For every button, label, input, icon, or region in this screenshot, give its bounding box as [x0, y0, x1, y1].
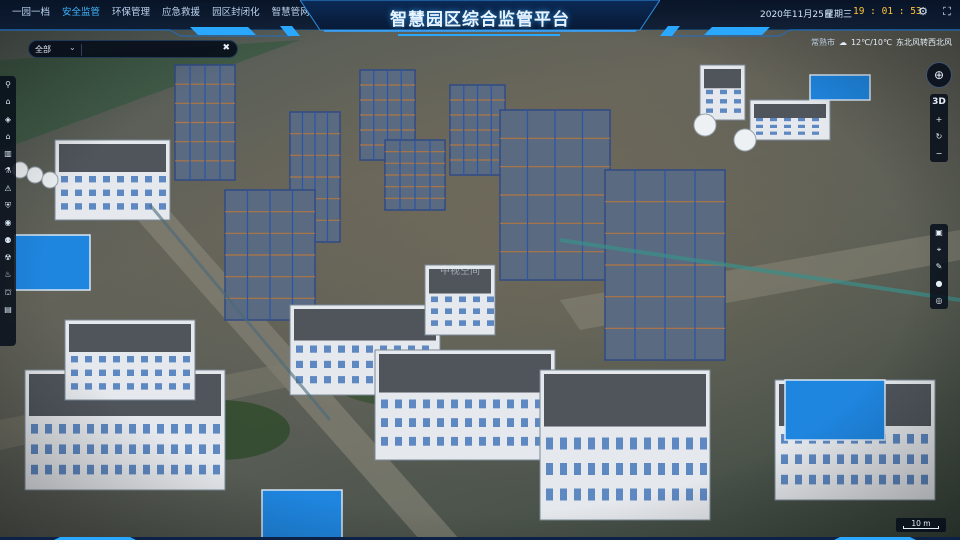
close-icon[interactable]: ✖ [222, 43, 230, 53]
alert-icon[interactable]: ◉ [0, 214, 16, 231]
header-decoration [0, 26, 960, 37]
settings-icon[interactable]: ⚙ [914, 5, 932, 21]
camera-icon[interactable]: ▣ [930, 224, 948, 241]
target-icon[interactable]: ◎ [930, 292, 948, 309]
search-bar: 全部 ⌄ ✖ [28, 40, 238, 58]
rotate-icon[interactable]: ↻ [930, 128, 948, 145]
bank-icon[interactable]: ⛫ [0, 284, 16, 301]
search-input[interactable] [85, 42, 215, 57]
zoom-in-icon[interactable]: + [930, 111, 948, 128]
pin-icon[interactable]: ● [930, 275, 948, 292]
left-toolbar: ⚲ ⌂ ◈ ⌂ ▥ ⚗ ⚠ ⛨ ◉ ⚉ ☢ ♨ ⛫ ▤ [0, 76, 16, 346]
chevron-down-icon[interactable]: ⌄ [69, 43, 76, 52]
scale-bar: 10 m [896, 518, 946, 532]
weather-wind: 东北风转西北风 [896, 38, 952, 47]
nav-item-safety-supervision[interactable]: 安全监管 [56, 7, 106, 19]
tool-controls: ▣ ⌖ ✎ ● ◎ [930, 224, 948, 309]
location-icon[interactable]: ⌖ [930, 241, 948, 258]
view-controls: 3D + ↻ − [930, 94, 948, 162]
nav-item-emergency[interactable]: 应急救援 [156, 7, 206, 19]
shield-icon[interactable]: ⛨ [0, 197, 16, 214]
aerial-industrial-park-image [0, 0, 960, 540]
people-icon[interactable]: ⚉ [0, 232, 16, 249]
main-nav: 一园一档 安全监管 环保管理 应急救援 园区封闭化 智慧管网 [6, 7, 316, 19]
3d-scene-view[interactable] [0, 0, 960, 540]
nav-item-park-closure[interactable]: 园区封闭化 [206, 7, 266, 19]
warning-icon[interactable]: ⚠ [0, 180, 16, 197]
weekday-text: 星期三 [825, 10, 853, 20]
compass-button[interactable]: ⊕ [926, 62, 952, 88]
document-icon[interactable]: ▤ [0, 301, 16, 318]
bottom-frame-decoration [0, 537, 960, 540]
edit-icon[interactable]: ✎ [930, 258, 948, 275]
building-icon[interactable]: ⌂ [0, 93, 16, 110]
compass-icon: ⊕ [933, 68, 945, 82]
divider [81, 44, 82, 56]
pin-icon[interactable]: ⚲ [0, 76, 16, 93]
nav-item-park-archive[interactable]: 一园一档 [6, 7, 56, 19]
hazard-icon[interactable]: ♨ [0, 266, 16, 283]
fullscreen-icon[interactable]: ⛶ [938, 5, 956, 21]
cube-icon[interactable]: ◈ [0, 111, 16, 128]
weather-widget: 常熟市 ☁ 12℃/10℃ 东北风转西北风 [811, 37, 952, 48]
weather-location: 常熟市 [810, 38, 835, 47]
scale-ruler [903, 526, 939, 529]
weather-temperature: 12℃/10℃ [850, 38, 892, 47]
nav-item-environment[interactable]: 环保管理 [106, 7, 156, 19]
clock-text: 19 : 01 : 53 [853, 6, 922, 17]
flask-icon[interactable]: ⚗ [0, 162, 16, 179]
zoom-out-icon[interactable]: − [930, 145, 948, 162]
category-select[interactable]: 全部 [35, 44, 51, 55]
3d-toggle-button[interactable]: 3D [930, 94, 948, 111]
radiation-icon[interactable]: ☢ [0, 249, 16, 266]
date-text: 2020年11月25日 [760, 10, 833, 20]
watermark-text: 中视空间 [440, 266, 480, 277]
cloud-icon: ☁ [838, 38, 847, 47]
house-icon[interactable]: ⌂ [0, 128, 16, 145]
factory-icon[interactable]: ▥ [0, 145, 16, 162]
